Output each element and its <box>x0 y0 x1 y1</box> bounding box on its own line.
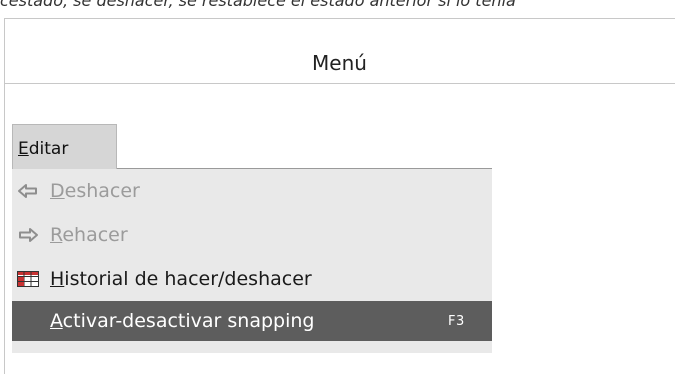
undo-arrow-icon <box>17 182 39 200</box>
menu-item-deshacer[interactable]: Deshacer <box>12 169 492 213</box>
header-title: Menú <box>312 50 367 75</box>
menu-item-rehacer[interactable]: Rehacer <box>12 213 492 257</box>
menu-item-historial-label: Historial de hacer/deshacer <box>50 268 312 290</box>
menu-editar[interactable]: Editar <box>12 124 117 169</box>
menu-item-deshacer-label: Deshacer <box>50 180 140 202</box>
table-header: Menú <box>4 38 675 84</box>
menu-item-rehacer-label: Rehacer <box>50 224 128 246</box>
top-text-fragment: cestado, se deshacer, se restablece el e… <box>0 0 675 9</box>
page: cestado, se deshacer, se restablece el e… <box>0 0 675 374</box>
menu-editar-label: ditar <box>28 138 69 159</box>
editar-dropdown: Deshacer Rehacer Historial de hacer/desh… <box>12 169 492 353</box>
menu-bar: Editar <box>12 124 492 169</box>
menu-item-historial[interactable]: Historial de hacer/deshacer <box>12 257 492 301</box>
menu-item-activar-snapping-label: Activar-desactivar snapping <box>50 310 315 332</box>
redo-arrow-icon <box>17 226 39 244</box>
shortcut-f3: F3 <box>448 313 465 329</box>
history-table-icon <box>17 270 39 288</box>
menu-item-activar-snapping[interactable]: Activar-desactivar snapping F3 <box>12 301 492 341</box>
menu-editar-mnemonic: E <box>18 138 29 159</box>
